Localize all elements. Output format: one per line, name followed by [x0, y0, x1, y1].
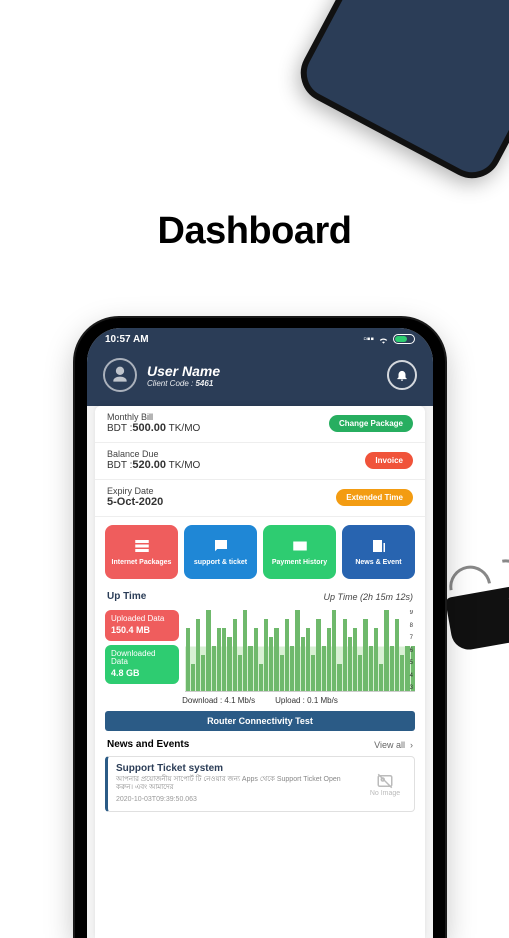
downloaded-data-box: Downloaded Data 4.8 GB	[105, 645, 179, 684]
signal-icon: ▫▪▪	[363, 334, 374, 345]
news-card-date: 2020-10-03T09:39:50.063	[116, 796, 358, 803]
uptime-chart: 9876543	[185, 610, 415, 692]
shortcut-tiles: Internet Packages support & ticket Payme…	[95, 517, 425, 587]
uptime-value: Up Time (2h 15m 12s)	[324, 592, 413, 602]
support-icon	[212, 537, 230, 555]
balance-due-label: Balance Due	[107, 449, 200, 459]
app-header: User Name Client Code : 5461	[87, 350, 433, 406]
avatar[interactable]	[103, 358, 137, 392]
wifi-icon	[378, 334, 389, 345]
uptime-header: Up Time Up Time (2h 15m 12s)	[95, 587, 425, 606]
page-title: Dashboard	[0, 210, 509, 253]
expiry-value: 5-Oct-2020	[107, 496, 163, 508]
speed-row: Download : 4.1 Mb/s Upload : 0.1 Mb/s	[95, 694, 425, 711]
no-image-placeholder: No Image	[364, 763, 406, 805]
payment-icon	[291, 537, 309, 555]
router-test-button[interactable]: Router Connectivity Test	[105, 711, 415, 731]
balance-due-row: Balance Due BDT :520.00 TK/MO Invoice	[95, 443, 425, 480]
uploaded-data-box: Uploaded Data 150.4 MB	[105, 610, 179, 641]
binder-clip-decoration	[445, 583, 509, 653]
user-name: User Name	[147, 363, 377, 379]
packages-icon	[133, 537, 151, 555]
tile-news[interactable]: News & Event	[342, 525, 415, 579]
change-package-button[interactable]: Change Package	[329, 415, 413, 432]
expiry-row: Expiry Date 5-Oct-2020 Extended Time	[95, 480, 425, 517]
user-icon	[110, 365, 130, 385]
tile-packages[interactable]: Internet Packages	[105, 525, 178, 579]
news-card-body: আপনার প্রয়োজনীয় সাপোর্ট টি নেওয়ার জন্…	[116, 776, 358, 793]
client-code: Client Code : 5461	[147, 379, 377, 388]
news-header: News and Events View all ›	[95, 737, 425, 752]
news-section-title: News and Events	[107, 739, 189, 750]
battery-icon	[393, 334, 415, 344]
no-image-icon	[375, 772, 395, 790]
news-card-title: Support Ticket system	[116, 763, 358, 774]
uptime-body: Uploaded Data 150.4 MB Downloaded Data 4…	[95, 606, 425, 694]
notifications-button[interactable]	[387, 360, 417, 390]
content-card: Monthly Bill BDT :500.00 TK/MO Change Pa…	[95, 406, 425, 938]
phone-frame: 10:57 AM ▫▪▪ User Name Client Code : 546…	[75, 318, 445, 938]
monthly-bill-label: Monthly Bill	[107, 412, 200, 422]
status-icons: ▫▪▪	[363, 334, 415, 345]
phone-screen: 10:57 AM ▫▪▪ User Name Client Code : 546…	[87, 328, 433, 938]
tile-support[interactable]: support & ticket	[184, 525, 257, 579]
news-card[interactable]: Support Ticket system আপনার প্রয়োজনীয় …	[105, 756, 415, 812]
secondary-phone-mockup: 11:02 AM ←	[290, 0, 509, 189]
invoice-button[interactable]: Invoice	[365, 452, 413, 469]
monthly-bill-row: Monthly Bill BDT :500.00 TK/MO Change Pa…	[95, 406, 425, 443]
user-block: User Name Client Code : 5461	[147, 363, 377, 388]
status-bar: 10:57 AM ▫▪▪	[87, 328, 433, 350]
expiry-label: Expiry Date	[107, 486, 163, 496]
news-icon	[370, 537, 388, 555]
bell-icon	[395, 368, 409, 382]
uptime-title: Up Time	[107, 591, 146, 602]
tile-payment[interactable]: Payment History	[263, 525, 336, 579]
status-time: 10:57 AM	[105, 334, 149, 345]
extended-time-button[interactable]: Extended Time	[336, 489, 413, 506]
view-all-link[interactable]: View all ›	[374, 740, 413, 750]
